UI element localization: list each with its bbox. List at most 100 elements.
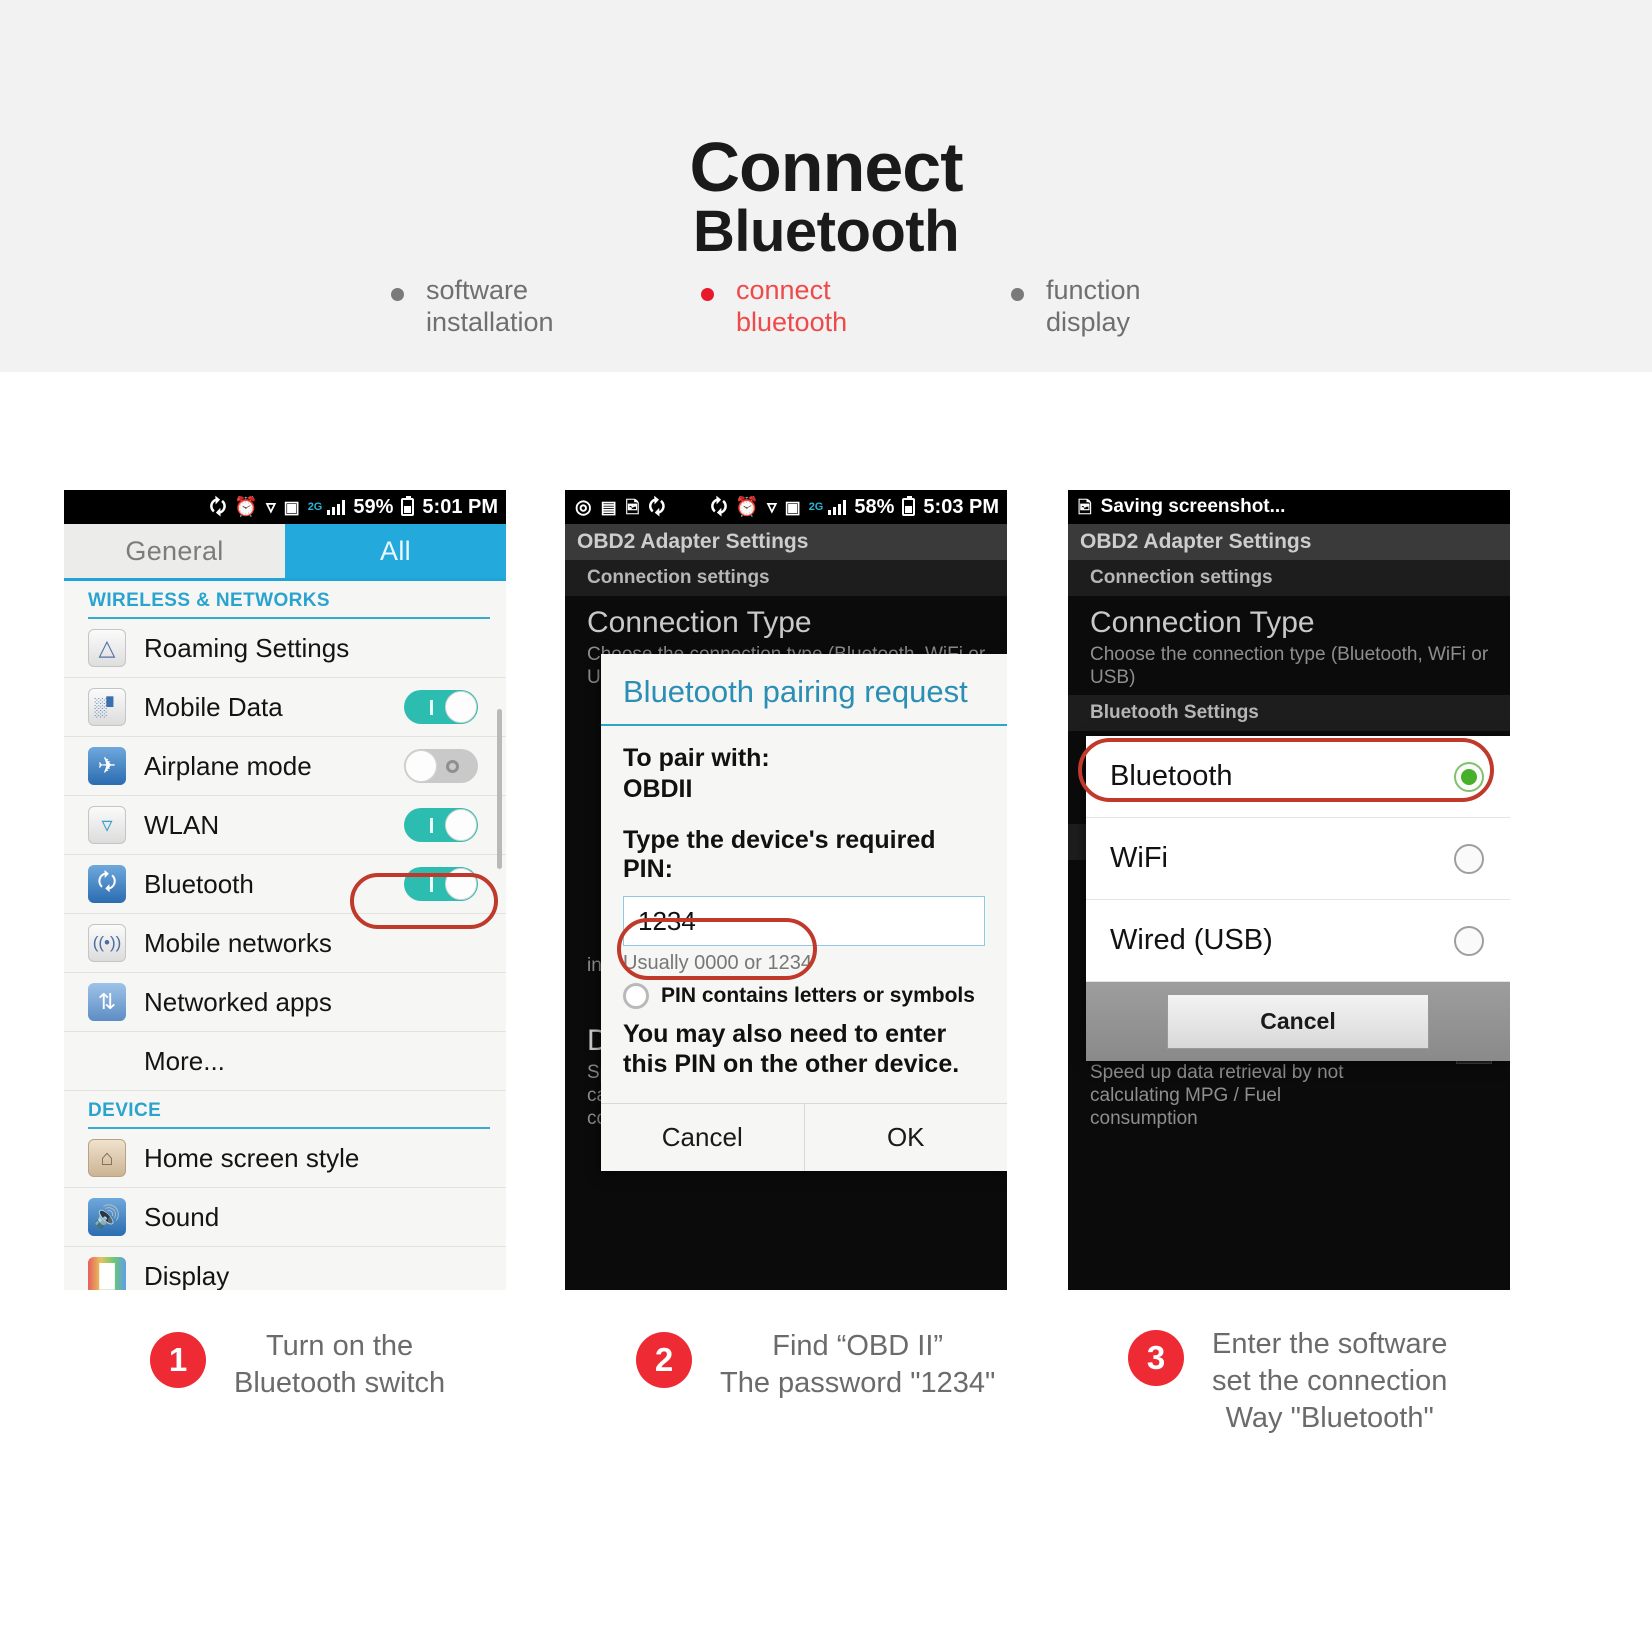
cancel-button[interactable]: Cancel <box>1167 994 1429 1049</box>
pin-letters-checkbox-row[interactable]: PIN contains letters or symbols <box>623 983 985 1009</box>
list-item-roaming-settings[interactable]: △ Roaming Settings <box>64 619 506 678</box>
section-header-wireless: WIRELESS & NETWORKS <box>88 590 330 611</box>
section-label-connection-settings: Connection settings <box>565 560 1007 596</box>
battery-percent: 59% <box>353 495 394 518</box>
sim-card-icon: ▣ <box>784 497 801 517</box>
section-label-bluetooth-settings: Bluetooth Settings <box>1068 695 1510 732</box>
checkbox-icon[interactable] <box>623 983 649 1009</box>
radio-button-icon[interactable] <box>1454 843 1484 874</box>
obd-settings-screen: OBD2 Adapter Settings Connection setting… <box>1068 524 1510 1290</box>
list-item-sound[interactable]: 🔊 Sound <box>64 1188 506 1247</box>
list-item-label: Networked apps <box>144 986 332 1017</box>
wifi-status-icon: ▿ <box>767 496 777 518</box>
step-nav-label: software installation <box>426 275 554 338</box>
choice-label: Wired (USB) <box>1110 924 1273 956</box>
step-number-badge: 3 <box>1128 1330 1184 1386</box>
pin-prompt: Type the device's required PIN: <box>623 826 936 883</box>
phone-screenshots: 🗘 ⏰ ▿ ▣ 2G 59% 5:01 PM General All WIREL… <box>0 490 1652 1300</box>
alarm-clock-icon: ⏰ <box>234 496 259 518</box>
dialog-footer: Cancel <box>1086 982 1510 1061</box>
choice-wired-usb[interactable]: Wired (USB) <box>1086 900 1510 982</box>
step-nav-label: function display <box>1046 275 1141 338</box>
pref-desc: Speed up data retrieval by not calculati… <box>1090 1062 1344 1130</box>
list-item-label: Display <box>144 1260 230 1291</box>
list-item-wlan[interactable]: ▿ WLAN <box>64 796 506 855</box>
tab-general[interactable]: General <box>64 524 285 578</box>
caption-step-3: 3 Enter the software set the connection … <box>1128 1326 1447 1437</box>
step-nav-item-function-display[interactable]: function display <box>1011 275 1261 338</box>
list-item-mobile-data[interactable]: ░▘ Mobile Data <box>64 678 506 737</box>
tab-all[interactable]: All <box>285 524 506 578</box>
choice-wifi[interactable]: WiFi <box>1086 818 1510 900</box>
pref-title: Connection Type <box>1090 606 1315 639</box>
pref-connection-type[interactable]: Connection Type Choose the connection ty… <box>1068 596 1510 695</box>
wifi-icon: ▿ <box>88 806 126 844</box>
battery-percent: 58% <box>854 495 895 518</box>
step-nav: software installation connect bluetooth … <box>0 275 1652 338</box>
scrollbar[interactable] <box>497 709 502 869</box>
list-item-home-screen-style[interactable]: ⌂ Home screen style <box>64 1129 506 1188</box>
airplane-mode-toggle[interactable] <box>404 749 478 783</box>
alarm-clock-icon: ⏰ <box>735 496 760 518</box>
display-icon: █ <box>88 1257 126 1290</box>
caption-line-2: set the connection <box>1212 1365 1448 1398</box>
step-nav-label-line1: connect <box>736 275 831 305</box>
signal-bars-icon <box>327 499 346 515</box>
pin-hint: Usually 0000 or 1234 <box>623 952 813 974</box>
signal-bars-icon <box>828 499 847 515</box>
list-item-label: More... <box>144 1045 225 1076</box>
caption-line-1: Find “OBD II” <box>772 1330 944 1362</box>
phone-screenshot-1: 🗘 ⏰ ▿ ▣ 2G 59% 5:01 PM General All WIREL… <box>64 490 506 1290</box>
list-item-mobile-networks[interactable]: ((•)) Mobile networks <box>64 914 506 973</box>
checkbox-label: PIN contains letters or symbols <box>661 984 975 1007</box>
cancel-button[interactable]: Cancel <box>601 1104 804 1171</box>
ok-button[interactable]: OK <box>803 1104 1008 1171</box>
status-bar: 🖻 Saving screenshot... <box>1068 490 1510 524</box>
bluetooth-pairing-dialog: Bluetooth pairing request To pair with: … <box>601 654 1007 1171</box>
step-captions: 1 Turn on the Bluetooth switch 2 Find “O… <box>0 1318 1652 1498</box>
step-number-badge: 2 <box>636 1332 692 1388</box>
obd-notification-icon: ▤ <box>600 497 617 517</box>
list-item-label: Mobile Data <box>144 691 283 722</box>
mobile-data-icon: ░▘ <box>88 688 126 726</box>
wlan-toggle[interactable] <box>404 808 478 842</box>
step-nav-label: connect bluetooth <box>736 275 847 338</box>
settings-tabs: General All <box>64 524 506 578</box>
step-nav-label-line2: display <box>1046 306 1131 337</box>
page-title-line2: Bluetooth <box>692 199 960 264</box>
sim-card-icon: ▣ <box>283 497 300 517</box>
caption-line-1: Enter the software <box>1212 1328 1448 1360</box>
status-bar: 🗘 ⏰ ▿ ▣ 2G 59% 5:01 PM <box>64 490 506 524</box>
caption-step-2: 2 Find “OBD II” The password "1234" <box>636 1328 995 1402</box>
bluetooth-toggle[interactable] <box>404 867 478 901</box>
step-nav-item-software-installation[interactable]: software installation <box>391 275 641 338</box>
caption-step-1: 1 Turn on the Bluetooth switch <box>150 1328 445 1402</box>
battery-icon <box>902 496 916 516</box>
list-item-label: Roaming Settings <box>144 632 350 663</box>
mobile-data-toggle[interactable] <box>404 690 478 724</box>
phone-screenshot-2: ◎ ▤ 🖻 🗘 🗘 ⏰ ▿ ▣ 2G 58% 5:03 PM OBD2 Adap… <box>565 490 1007 1290</box>
caption-text: Enter the software set the connection Wa… <box>1212 1326 1447 1437</box>
bullet-dot-icon <box>391 288 404 301</box>
radio-button-icon[interactable] <box>1454 761 1484 792</box>
step-nav-label-line2: bluetooth <box>736 306 848 337</box>
pin-input[interactable]: 1234 <box>623 896 985 946</box>
list-item-label: Sound <box>144 1201 220 1232</box>
list-item-bluetooth[interactable]: 🗘 Bluetooth <box>64 855 506 914</box>
list-item-display[interactable]: █ Display <box>64 1247 506 1290</box>
list-item-more[interactable]: More... <box>64 1032 506 1091</box>
settings-list[interactable]: WIRELESS & NETWORKS △ Roaming Settings ░… <box>64 581 506 1290</box>
caption-line-2: The password "1234" <box>720 1367 996 1400</box>
list-item-airplane-mode[interactable]: ✈ Airplane mode <box>64 737 506 796</box>
gps-icon: ◎ <box>575 496 592 518</box>
dialog-note: You may also need to enter this PIN on t… <box>623 1020 960 1078</box>
bluetooth-connected-icon: 🗘 <box>648 496 666 518</box>
step-number-badge: 1 <box>150 1332 206 1388</box>
bluetooth-status-icon: 🗘 <box>710 496 728 518</box>
list-item-networked-apps[interactable]: ⇅ Networked apps <box>64 973 506 1032</box>
step-nav-item-connect-bluetooth[interactable]: connect bluetooth <box>701 275 951 338</box>
step-nav-label-line2: installation <box>426 306 554 337</box>
choice-bluetooth[interactable]: Bluetooth <box>1086 736 1510 818</box>
radio-button-icon[interactable] <box>1454 925 1484 956</box>
screenshot-image-icon: 🖻 <box>625 497 640 517</box>
